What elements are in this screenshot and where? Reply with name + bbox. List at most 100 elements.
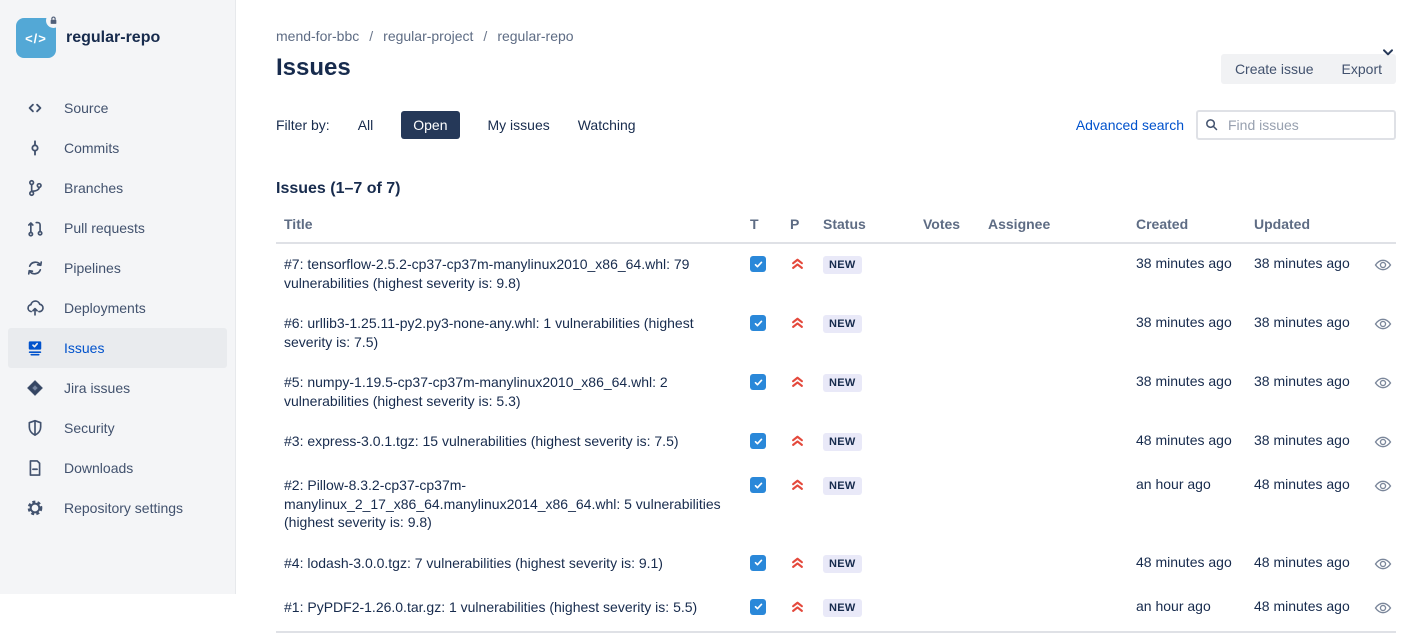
sidebar-item-label: Security — [64, 420, 115, 436]
page-actions: Create issue Export — [1221, 54, 1396, 84]
table-row: #3: express-3.0.1.tgz: 15 vulnerabilitie… — [276, 421, 1396, 465]
document-icon — [24, 457, 46, 479]
filter-watching[interactable]: Watching — [578, 111, 636, 139]
pipelines-icon — [24, 257, 46, 279]
watch-eye-icon[interactable] — [1369, 244, 1396, 288]
filter-by-label: Filter by: — [276, 117, 330, 133]
sidebar-item-pull-requests[interactable]: Pull requests — [0, 208, 235, 248]
status-badge: NEW — [823, 555, 862, 573]
advanced-search-link[interactable]: Advanced search — [1076, 117, 1184, 133]
watch-eye-icon[interactable] — [1369, 465, 1396, 509]
jira-icon — [24, 377, 46, 399]
actions-button-group: Create issue Export — [1221, 54, 1396, 84]
repo-avatar[interactable]: </> — [16, 18, 56, 58]
sidebar-item-pipelines[interactable]: Pipelines — [0, 248, 235, 288]
column-header-assignee: Assignee — [983, 210, 1131, 242]
sidebar-item-jira-issues[interactable]: Jira issues — [0, 368, 235, 408]
issue-title-link[interactable]: #2: Pillow-8.3.2-cp37-cp37m-manylinux_2_… — [284, 476, 730, 532]
create-issue-button[interactable]: Create issue — [1221, 54, 1328, 84]
status-badge: NEW — [823, 374, 862, 392]
updated-cell: 48 minutes ago — [1249, 543, 1369, 581]
status-badge: NEW — [823, 256, 862, 274]
watch-eye-icon[interactable] — [1369, 587, 1396, 631]
column-header-watch — [1369, 210, 1396, 226]
column-header-votes: Votes — [918, 210, 983, 242]
sidebar-item-label: Downloads — [64, 460, 133, 476]
priority-highest-icon — [790, 479, 805, 495]
sidebar-item-security[interactable]: Security — [0, 408, 235, 448]
sidebar-item-label: Deployments — [64, 300, 146, 316]
sidebar-item-deployments[interactable]: Deployments — [0, 288, 235, 328]
sidebar-item-source[interactable]: Source — [0, 88, 235, 128]
repo-name[interactable]: regular-repo — [66, 29, 160, 47]
task-type-icon — [750, 256, 766, 272]
assignee-cell — [983, 543, 1131, 565]
votes-cell — [918, 362, 983, 384]
filter-bar: Filter by: All Open My issues Watching — [276, 111, 636, 139]
column-header-type: T — [738, 210, 778, 242]
sidebar-item-commits[interactable]: Commits — [0, 128, 235, 168]
sidebar-item-downloads[interactable]: Downloads — [0, 448, 235, 488]
issue-title-link[interactable]: #6: urllib3-1.25.11-py2.py3-none-any.whl… — [284, 314, 730, 351]
votes-cell — [918, 244, 983, 266]
issues-count-heading: Issues (1–7 of 7) — [276, 180, 1396, 198]
priority-highest-icon — [790, 601, 805, 617]
gear-icon — [24, 497, 46, 519]
sidebar-item-branches[interactable]: Branches — [0, 168, 235, 208]
branch-icon — [24, 177, 46, 199]
priority-highest-icon — [790, 376, 805, 392]
assignee-cell — [983, 244, 1131, 266]
issue-title-link[interactable]: #5: numpy-1.19.5-cp37-cp37m-manylinux201… — [284, 373, 730, 410]
watch-eye-icon[interactable] — [1369, 421, 1396, 465]
private-lock-icon — [46, 13, 61, 28]
issue-title-link[interactable]: #1: PyPDF2-1.26.0.tar.gz: 1 vulnerabilit… — [284, 598, 697, 617]
filter-all[interactable]: All — [358, 111, 374, 139]
watch-eye-icon[interactable] — [1369, 362, 1396, 406]
sidebar-nav: Source Commits Branches Pull requests Pi… — [0, 88, 235, 528]
task-type-icon — [750, 555, 766, 571]
votes-cell — [918, 587, 983, 609]
deployments-cloud-icon — [24, 297, 46, 319]
issue-title-link[interactable]: #7: tensorflow-2.5.2-cp37-cp37m-manylinu… — [284, 255, 730, 292]
table-row: #1: PyPDF2-1.26.0.tar.gz: 1 vulnerabilit… — [276, 587, 1396, 633]
assignee-cell — [983, 303, 1131, 325]
breadcrumb-repo[interactable]: regular-repo — [497, 28, 573, 44]
code-icon — [24, 97, 46, 119]
chevron-down-icon[interactable] — [1380, 44, 1396, 60]
issues-table-body: #7: tensorflow-2.5.2-cp37-cp37m-manylinu… — [276, 244, 1396, 633]
column-header-priority: P — [778, 210, 818, 242]
sidebar-item-label: Pull requests — [64, 220, 145, 236]
sidebar-item-repository-settings[interactable]: Repository settings — [0, 488, 235, 528]
task-type-icon — [750, 433, 766, 449]
watch-eye-icon[interactable] — [1369, 303, 1396, 347]
priority-highest-icon — [790, 317, 805, 333]
filter-my-issues[interactable]: My issues — [488, 111, 550, 139]
status-badge: NEW — [823, 477, 862, 495]
watch-eye-icon[interactable] — [1369, 543, 1396, 587]
breadcrumb: mend-for-bbc / regular-project / regular… — [276, 28, 1396, 44]
votes-cell — [918, 303, 983, 325]
filter-open[interactable]: Open — [401, 111, 459, 139]
table-row: #2: Pillow-8.3.2-cp37-cp37m-manylinux_2_… — [276, 465, 1396, 543]
updated-cell: 48 minutes ago — [1249, 587, 1369, 625]
votes-cell — [918, 543, 983, 565]
status-badge: NEW — [823, 599, 862, 617]
sidebar-item-issues[interactable]: Issues — [8, 328, 227, 368]
issue-title-link[interactable]: #4: lodash-3.0.0.tgz: 7 vulnerabilities … — [284, 554, 663, 573]
page-title: Issues — [276, 54, 351, 82]
updated-cell: 38 minutes ago — [1249, 244, 1369, 282]
search-input[interactable] — [1196, 110, 1396, 140]
status-badge: NEW — [823, 433, 862, 451]
created-cell: an hour ago — [1131, 587, 1249, 625]
created-cell: 48 minutes ago — [1131, 421, 1249, 459]
sidebar-item-label: Branches — [64, 180, 123, 196]
assignee-cell — [983, 465, 1131, 487]
issue-title-link[interactable]: #3: express-3.0.1.tgz: 15 vulnerabilitie… — [284, 432, 679, 451]
breadcrumb-workspace[interactable]: mend-for-bbc — [276, 28, 359, 44]
issues-icon — [24, 337, 46, 359]
search-box — [1196, 110, 1396, 140]
assignee-cell — [983, 362, 1131, 384]
breadcrumb-project[interactable]: regular-project — [383, 28, 473, 44]
updated-cell: 38 minutes ago — [1249, 303, 1369, 341]
priority-highest-icon — [790, 557, 805, 573]
